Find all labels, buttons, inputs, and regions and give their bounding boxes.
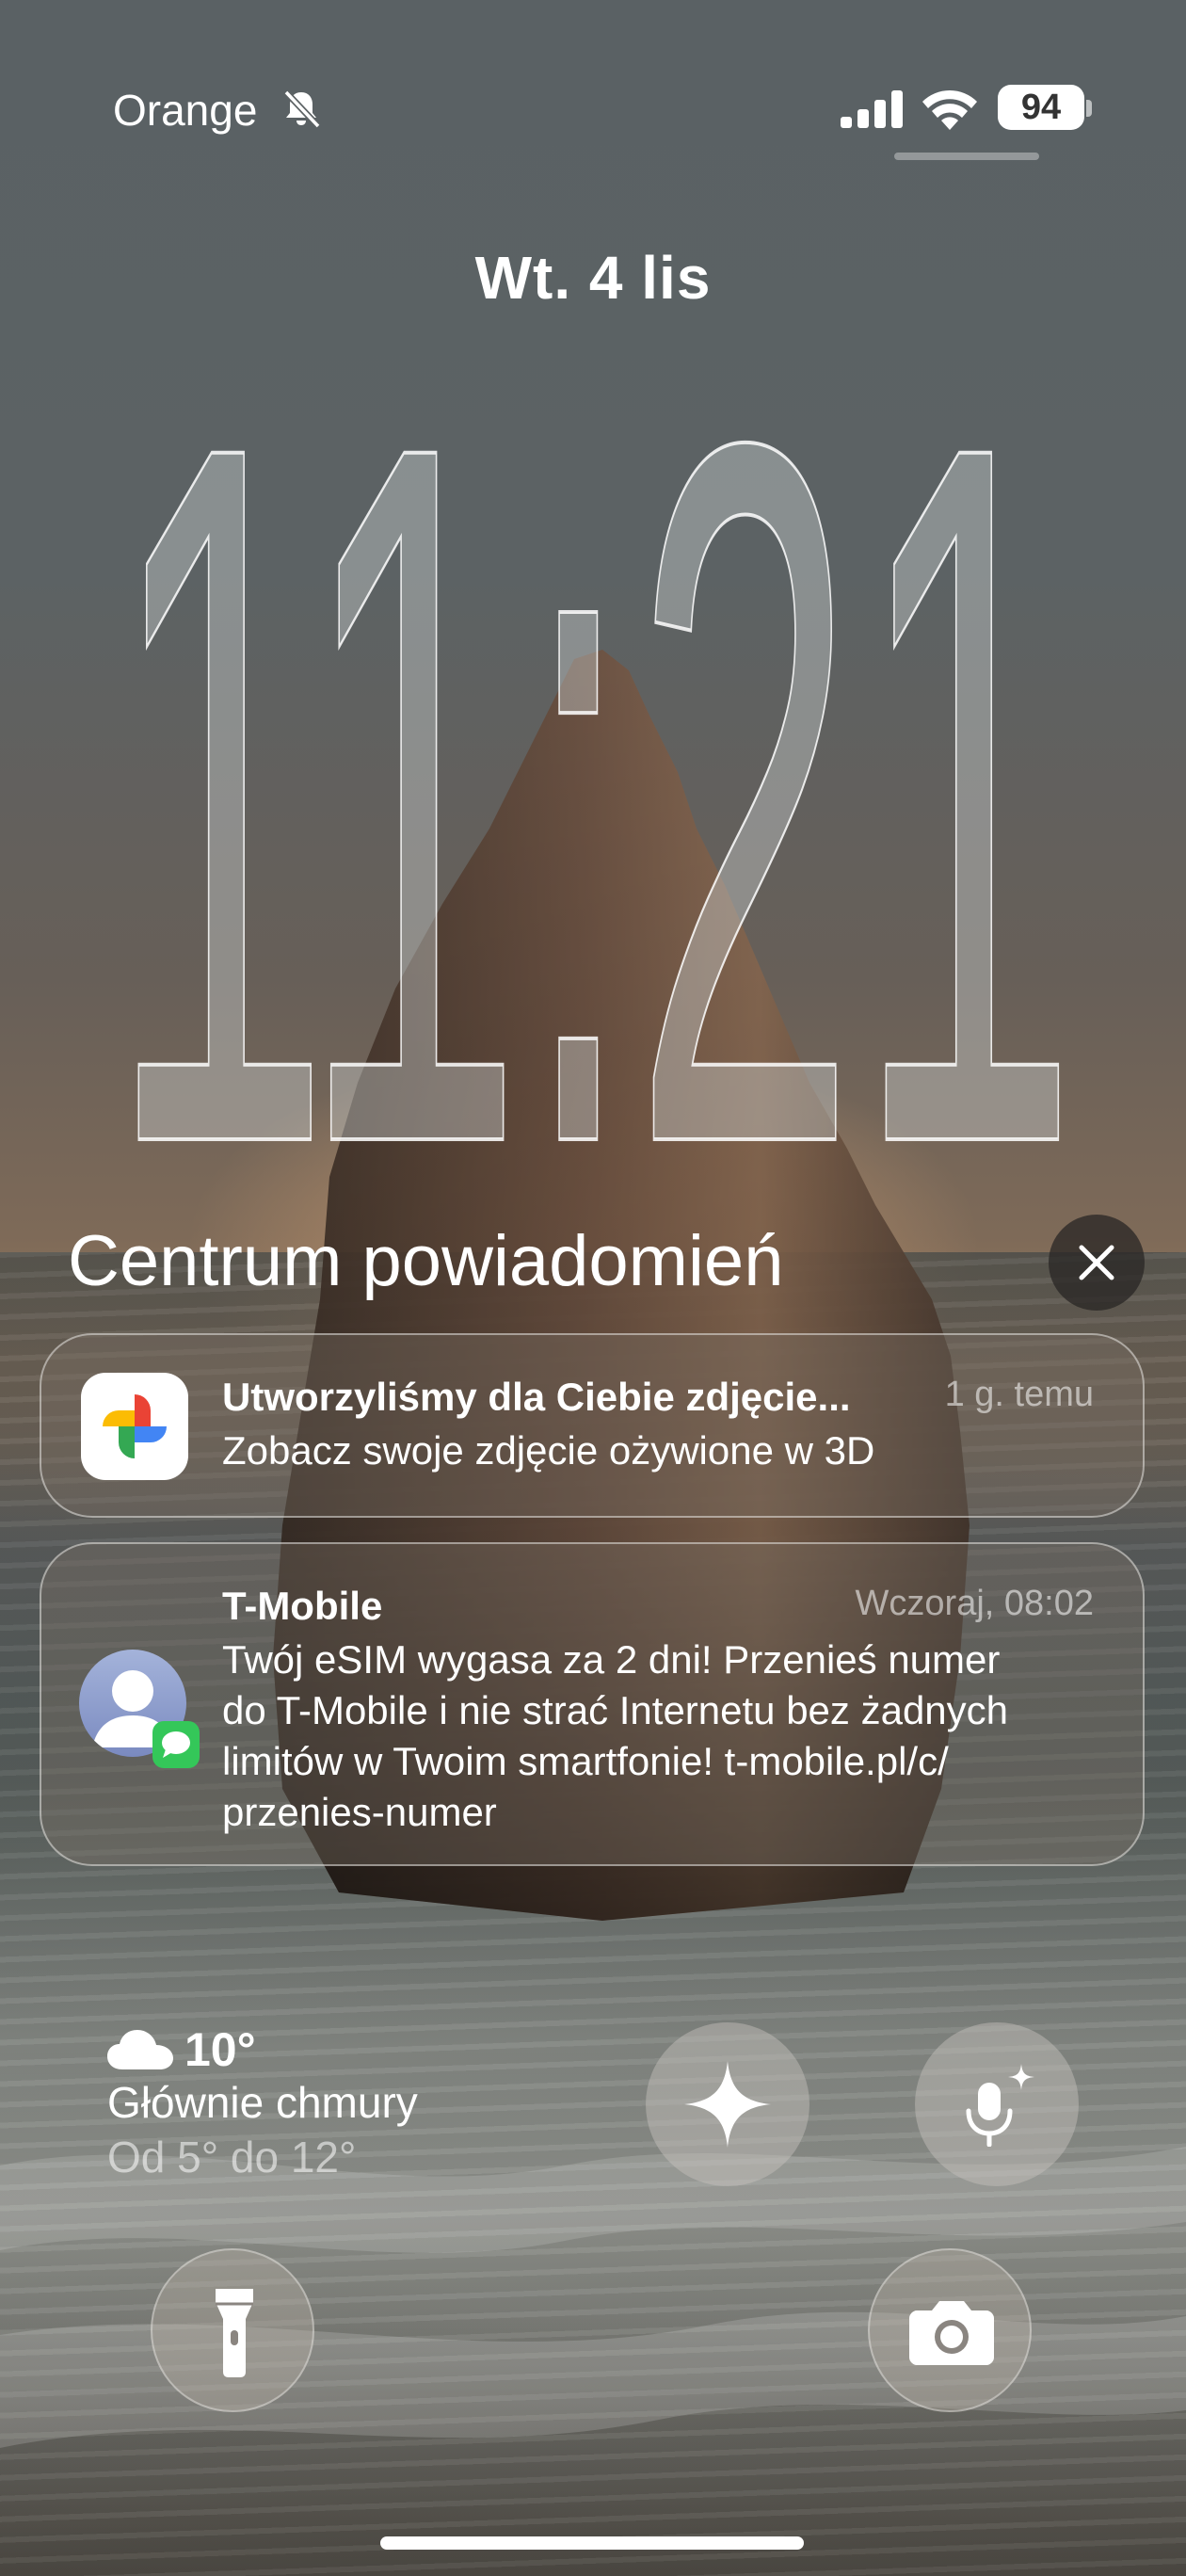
lock-screen: Orange 94 Wt. 4 lis 11:21 Centrum powiad — [0, 0, 1186, 2576]
weather-condition: Głównie chmury — [107, 2078, 418, 2127]
cellular-signal-icon — [841, 90, 903, 128]
notification-body-line: limitów w Twoim smartfonie! t-mobile.pl/… — [222, 1739, 949, 1783]
flashlight-button[interactable] — [151, 2248, 314, 2412]
lock-clock: 11:21 — [0, 233, 1186, 1353]
notification-body: Zobacz swoje zdjęcie ożywione w 3D — [222, 1428, 875, 1473]
notification-t-mobile[interactable]: T-Mobile Wczoraj, 08:02 Twój eSIM wygasa… — [40, 1542, 1145, 1866]
camera-icon — [909, 2301, 994, 2365]
flashlight-icon — [216, 2289, 253, 2377]
weather-range: Od 5° do 12° — [107, 2133, 357, 2182]
clear-notifications-button[interactable] — [1049, 1215, 1145, 1311]
bell-slash-icon — [283, 89, 321, 129]
ai-assistant-button[interactable] — [646, 2022, 809, 2186]
cloud-icon — [107, 2030, 173, 2069]
google-photos-icon — [81, 1373, 188, 1480]
notification-body-line: Twój eSIM wygasa za 2 dni! Przenieś nume… — [222, 1637, 1001, 1682]
notification-center-title: Centrum powiadomień — [68, 1221, 784, 1301]
weather-temperature: 10° — [184, 2023, 256, 2076]
voice-assistant-button[interactable] — [915, 2022, 1079, 2186]
status-bar: Orange 94 — [0, 81, 1186, 137]
notification-title: T-Mobile — [222, 1584, 383, 1628]
close-icon — [1079, 1245, 1114, 1280]
battery-nub — [1086, 100, 1092, 117]
clock-time: 11:21 — [108, 301, 1078, 1177]
notification-body-line: przenies-numer — [222, 1790, 497, 1834]
notification-body: Twój eSIM wygasa za 2 dni! Przenieś nume… — [222, 1634, 1107, 1838]
carrier-name: Orange — [113, 86, 258, 135]
camera-button[interactable] — [868, 2248, 1032, 2412]
notification-body-line: do T-Mobile i nie strać Internetu bez ża… — [222, 1688, 1009, 1732]
microphone-sparkle-icon — [966, 2064, 1034, 2147]
status-pill — [894, 153, 1039, 160]
notification-time: Wczoraj, 08:02 — [855, 1584, 1094, 1623]
notification-title: Utworzyliśmy dla Ciebie zdjęcie... — [222, 1375, 851, 1419]
notification-time: 1 g. temu — [944, 1375, 1094, 1414]
wifi-icon — [922, 89, 977, 130]
messages-icon — [152, 1721, 200, 1768]
home-indicator[interactable] — [380, 2536, 804, 2550]
battery-indicator: 94 — [998, 85, 1084, 130]
notification-google-photos[interactable]: Utworzyliśmy dla Ciebie zdjęcie... 1 g. … — [40, 1333, 1145, 1518]
sparkle-icon — [684, 2061, 771, 2148]
